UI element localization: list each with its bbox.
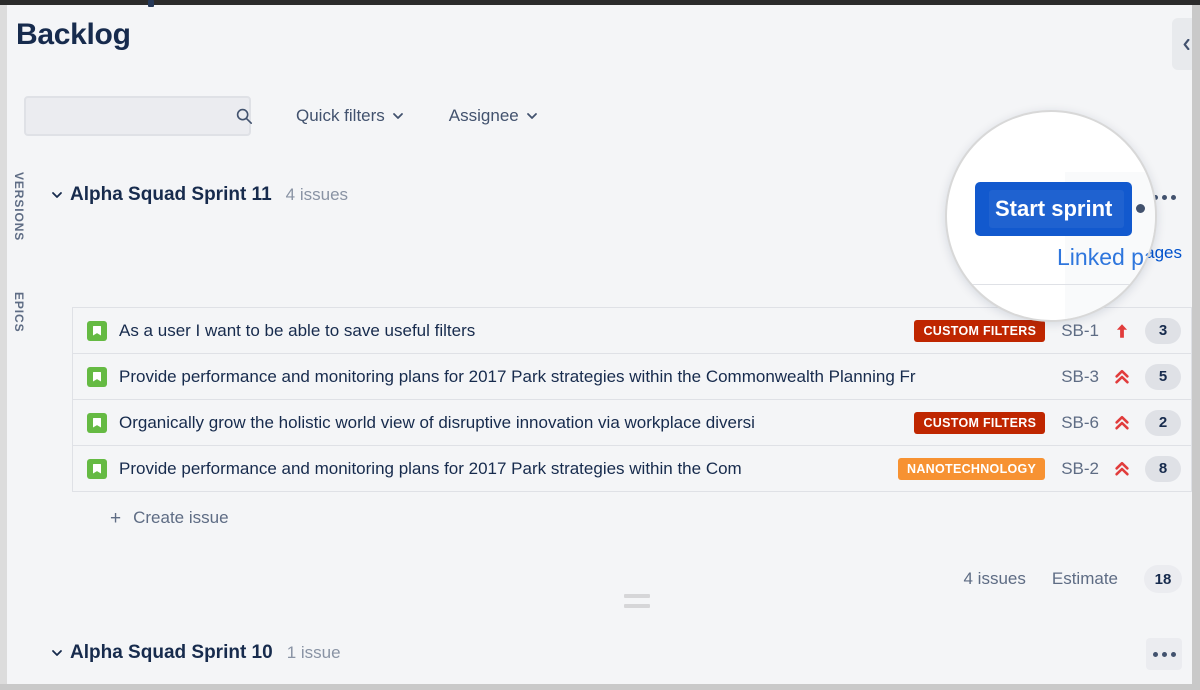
issue-summary: Provide performance and monitoring plans… (119, 459, 890, 479)
plus-icon: + (110, 509, 121, 528)
drag-bar (624, 604, 650, 608)
chevron-down-icon[interactable] (50, 646, 64, 660)
issue-key[interactable]: SB-3 (1061, 367, 1099, 387)
drag-bar (624, 594, 650, 598)
table-row[interactable]: Provide performance and monitoring plans… (73, 446, 1191, 492)
magnified-start-sprint-button[interactable]: Start sprint (975, 182, 1132, 236)
chevron-down-icon (392, 110, 404, 122)
assignee-label: Assignee (449, 106, 519, 126)
issue-list: As a user I want to be able to save usef… (72, 307, 1192, 492)
resize-drag-handle[interactable] (624, 594, 650, 608)
epic-lozenge[interactable]: CUSTOM FILTERS (914, 320, 1045, 342)
priority-highest-icon (1113, 460, 1131, 478)
estimate-badge: 5 (1145, 364, 1181, 390)
filter-toolbar: Quick filters Assignee (24, 96, 538, 136)
sidebar-label-epics[interactable]: EPICS (12, 292, 26, 333)
chevron-left-icon (1182, 39, 1191, 50)
backlog-app: Backlog Quick filters Assignee (0, 0, 1200, 690)
chevron-down-icon (526, 110, 538, 122)
priority-highest-icon (1113, 368, 1131, 386)
dot (1136, 204, 1145, 213)
create-issue-button[interactable]: + Create issue (110, 508, 229, 528)
dot (1171, 652, 1176, 657)
chevron-down-icon[interactable] (50, 188, 64, 202)
sprint-name: Alpha Squad Sprint 11 (70, 184, 272, 206)
story-type-icon (87, 321, 107, 341)
create-issue-label: Create issue (133, 508, 228, 528)
estimate-badge: 2 (1145, 410, 1181, 436)
magnifier-lens-overlay: Start sprint Linked pages (945, 110, 1157, 322)
assignee-dropdown[interactable]: Assignee (449, 106, 538, 126)
magnifier-row-divider (947, 284, 1155, 285)
bottom-scrollbar[interactable] (0, 684, 1200, 690)
search-icon (235, 107, 253, 125)
quick-filters-label: Quick filters (296, 106, 385, 126)
priority-high-icon (1113, 322, 1131, 340)
table-row[interactable]: Organically grow the holistic world view… (73, 400, 1191, 446)
sprint-issue-count: 1 issue (287, 643, 341, 663)
sprint-header-alpha-squad-sprint-11[interactable]: Alpha Squad Sprint 11 4 issues (50, 180, 348, 210)
footer-estimate-value: 18 (1144, 565, 1182, 593)
dot (1162, 652, 1167, 657)
dot (1162, 195, 1167, 200)
sprint-10-actions (1146, 638, 1182, 670)
sprint-header-alpha-squad-sprint-10[interactable]: Alpha Squad Sprint 10 1 issue (50, 638, 341, 668)
sprint-10-more-menu-button[interactable] (1146, 638, 1182, 670)
footer-issue-count: 4 issues (963, 569, 1025, 589)
left-rail-edge (0, 5, 7, 690)
right-scrollbar[interactable] (1192, 5, 1200, 690)
story-type-icon (87, 413, 107, 433)
table-row[interactable]: Provide performance and monitoring plans… (73, 354, 1191, 400)
sidebar-label-versions[interactable]: VERSIONS (12, 172, 26, 241)
magnified-linked-pages-link[interactable]: Linked pages (1057, 244, 1157, 271)
top-cutoff-fragment (148, 0, 154, 7)
quick-filters-dropdown[interactable]: Quick filters (296, 106, 404, 126)
epic-lozenge[interactable]: NANOTECHNOLOGY (898, 458, 1045, 480)
sprint-footer-totals: 4 issues Estimate 18 (963, 565, 1182, 593)
story-type-icon (87, 367, 107, 387)
priority-highest-icon (1113, 414, 1131, 432)
issue-key[interactable]: SB-1 (1061, 321, 1099, 341)
sprint-name: Alpha Squad Sprint 10 (70, 642, 273, 664)
issue-summary: As a user I want to be able to save usef… (119, 321, 906, 341)
issue-summary: Provide performance and monitoring plans… (119, 367, 1045, 387)
dot (1171, 195, 1176, 200)
issue-key[interactable]: SB-2 (1061, 459, 1099, 479)
magnifier-content: Start sprint Linked pages (947, 112, 1155, 320)
issue-summary: Organically grow the holistic world view… (119, 413, 906, 433)
footer-estimate-label: Estimate (1052, 569, 1118, 589)
magnified-linked-pages-visible: Linked pa (1057, 244, 1157, 270)
search-box[interactable] (24, 96, 251, 136)
epic-lozenge[interactable]: CUSTOM FILTERS (914, 412, 1045, 434)
sprint-issue-count: 4 issues (286, 185, 348, 205)
estimate-badge: 3 (1145, 318, 1181, 344)
search-input[interactable] (36, 108, 235, 125)
estimate-badge: 8 (1145, 456, 1181, 482)
page-title: Backlog (16, 18, 131, 52)
window-chrome-strip (0, 0, 1200, 5)
issue-key[interactable]: SB-6 (1061, 413, 1099, 433)
story-type-icon (87, 459, 107, 479)
dot (1153, 652, 1158, 657)
collapse-panel-button[interactable] (1172, 18, 1192, 70)
